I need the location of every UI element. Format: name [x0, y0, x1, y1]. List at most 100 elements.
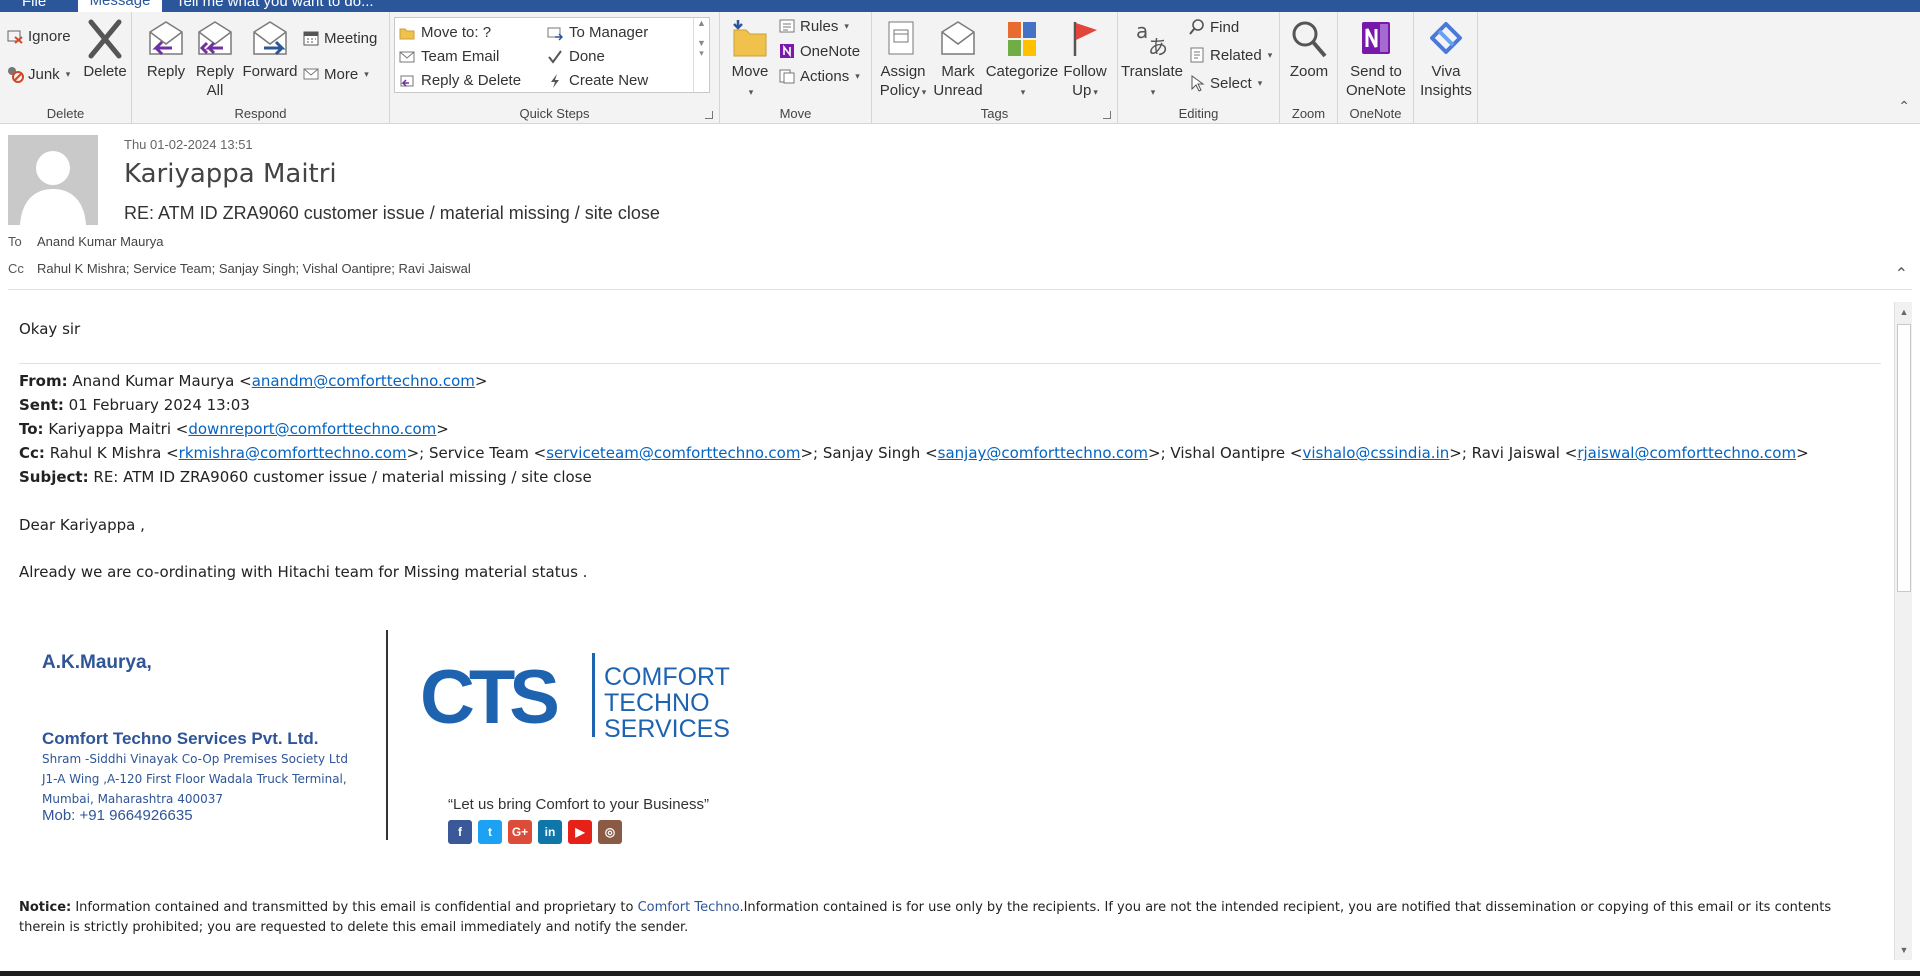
google-plus-icon[interactable]: G+: [508, 820, 532, 844]
quickstep-label: To Manager: [569, 24, 649, 41]
follow-up-button[interactable]: Follow Up ▾: [1060, 18, 1110, 102]
select-button[interactable]: Select ▾: [1188, 74, 1262, 92]
facebook-icon[interactable]: f: [448, 820, 472, 844]
signature-address-3: Mumbai, Maharashtra 400037: [42, 792, 224, 806]
greeting: Dear Kariyappa ,: [19, 516, 145, 534]
group-zoom: Zoom Zoom: [1280, 12, 1338, 124]
scroll-up-icon[interactable]: ▲: [1897, 304, 1911, 320]
onenote-move-button[interactable]: OneNote: [778, 42, 860, 60]
quickstep-done[interactable]: Done: [547, 48, 605, 65]
scroll-down-icon[interactable]: ▼: [1897, 942, 1911, 958]
signature-address-2: J1-A Wing ,A-120 First Floor Wadala Truc…: [42, 772, 347, 786]
more-icon: [303, 68, 319, 80]
chevron-down-icon: ▾: [855, 70, 860, 81]
linkedin-icon[interactable]: in: [538, 820, 562, 844]
forward-icon: [253, 21, 287, 56]
chevron-down-icon: ▾: [921, 87, 927, 97]
cc-name: >; Service Team <: [406, 444, 547, 462]
cc-email-link[interactable]: sanjay@comforttechno.com: [938, 444, 1148, 462]
delete-label: Delete: [83, 63, 127, 80]
viva-insights-button[interactable]: Viva Insights: [1418, 18, 1474, 100]
reply-delete-icon: [400, 75, 414, 87]
onenote-icon: [1362, 22, 1390, 54]
to-email-link[interactable]: downreport@comforttechno.com: [188, 420, 436, 438]
meeting-button[interactable]: Meeting: [302, 29, 377, 47]
flag-icon: [1073, 22, 1097, 56]
vertical-scrollbar[interactable]: ▲ ▼: [1894, 302, 1912, 960]
subject-value: RE: ATM ID ZRA9060 customer issue / mate…: [93, 468, 592, 486]
instagram-icon[interactable]: ◎: [598, 820, 622, 844]
quickstep-create-new[interactable]: Create New: [547, 72, 648, 89]
assign-label-1: Assign: [880, 63, 926, 80]
more-respond-button[interactable]: More ▾: [302, 65, 369, 83]
chevron-down-icon: ▾: [748, 87, 754, 97]
move-label: Move: [731, 63, 769, 80]
actions-icon: [779, 69, 795, 84]
zoom-button[interactable]: Zoom: [1284, 18, 1334, 81]
assign-policy-button[interactable]: Assign Policy ▾: [876, 18, 930, 102]
translate-button[interactable]: aあ Translate ▾: [1120, 18, 1184, 102]
group-label-tags: Tags: [980, 106, 1009, 121]
message-header: Thu 01-02-2024 13:51 Kariyappa Maitri RE…: [0, 124, 1920, 290]
ignore-button[interactable]: Ignore: [6, 27, 71, 45]
actions-button[interactable]: Actions ▾: [778, 67, 860, 85]
quickstep-team-email[interactable]: Team Email: [399, 48, 499, 65]
categorize-icon: [1008, 22, 1036, 56]
sender-name[interactable]: Kariyappa Maitri: [124, 159, 337, 189]
meeting-label: Meeting: [324, 29, 378, 47]
cc-email-link[interactable]: rjaiswal@comforttechno.com: [1577, 444, 1796, 462]
divider: [19, 363, 1881, 364]
dialog-launcher-icon[interactable]: [705, 111, 713, 119]
quickstep-move-to[interactable]: Move to: ?: [399, 24, 491, 41]
viva-label-1: Viva: [1431, 63, 1461, 80]
to-recipients[interactable]: Anand Kumar Maurya: [37, 234, 163, 249]
delete-button[interactable]: Delete: [80, 18, 130, 81]
forward-label: Forward: [242, 63, 298, 80]
scrollbar-thumb[interactable]: [1897, 324, 1911, 592]
youtube-icon[interactable]: ▶: [568, 820, 592, 844]
assign-label-2: Policy: [879, 82, 920, 99]
group-onenote: Send to OneNote OneNote: [1338, 12, 1414, 124]
rules-label: Rules: [800, 17, 839, 35]
quickstep-to-manager[interactable]: To Manager: [547, 24, 648, 41]
tab-file[interactable]: File: [22, 0, 46, 10]
tab-message[interactable]: Message: [78, 0, 162, 12]
send-to-onenote-button[interactable]: Send to OneNote: [1342, 18, 1410, 100]
junk-label: Junk: [28, 65, 60, 83]
reply-button[interactable]: Reply: [142, 18, 190, 81]
collapse-ribbon-icon[interactable]: ⌃: [1898, 98, 1910, 115]
onenote-icon: [780, 44, 794, 58]
collapse-header-icon[interactable]: ⌃: [1895, 264, 1908, 284]
to-label: To: [8, 234, 22, 249]
cc-email-link[interactable]: vishalo@cssindia.in: [1302, 444, 1449, 462]
sent-label: Sent:: [19, 396, 64, 414]
notice-text-1: Information contained and transmitted by…: [71, 900, 638, 915]
forward-mail-icon: [547, 27, 563, 41]
move-button[interactable]: Move ▾: [728, 18, 772, 102]
twitter-icon[interactable]: t: [478, 820, 502, 844]
chevron-down-icon: ▾: [1150, 87, 1156, 97]
rules-button[interactable]: Rules ▾: [778, 17, 849, 35]
cursor-icon: [1191, 75, 1205, 92]
cc-email-link[interactable]: serviceteam@comforttechno.com: [546, 444, 800, 462]
dialog-launcher-icon[interactable]: [1103, 111, 1111, 119]
cts-logo: CTS COMFORT TECHNO SERVICES: [420, 653, 730, 743]
quickstep-reply-delete[interactable]: Reply & Delete: [399, 72, 521, 89]
quoted-sent: Sent: 01 February 2024 13:03: [19, 396, 250, 414]
junk-button[interactable]: Junk ▾: [6, 65, 70, 83]
related-button[interactable]: Related ▾: [1188, 46, 1272, 64]
quick-steps-scroll[interactable]: ▲ ▼ ▾: [693, 18, 709, 92]
categorize-button[interactable]: Categorize ▾: [984, 18, 1060, 102]
logo-divider: [592, 653, 595, 737]
from-email-link[interactable]: anandm@comforttechno.com: [252, 372, 475, 390]
find-button[interactable]: Find: [1188, 18, 1239, 36]
cc-recipients[interactable]: Rahul K Mishra; Service Team; Sanjay Sin…: [37, 261, 471, 276]
reply-all-button[interactable]: Reply All: [190, 18, 240, 100]
tell-me-search[interactable]: Tell me what you want to do...: [176, 0, 374, 10]
mark-unread-button[interactable]: Mark Unread: [932, 18, 984, 100]
mark-unread-icon: [941, 21, 975, 55]
cc-email-link[interactable]: rkmishra@comforttechno.com: [179, 444, 407, 462]
group-label-delete: Delete: [46, 106, 85, 121]
forward-button[interactable]: Forward: [240, 18, 300, 81]
cc-name: >; Sanjay Singh <: [800, 444, 938, 462]
